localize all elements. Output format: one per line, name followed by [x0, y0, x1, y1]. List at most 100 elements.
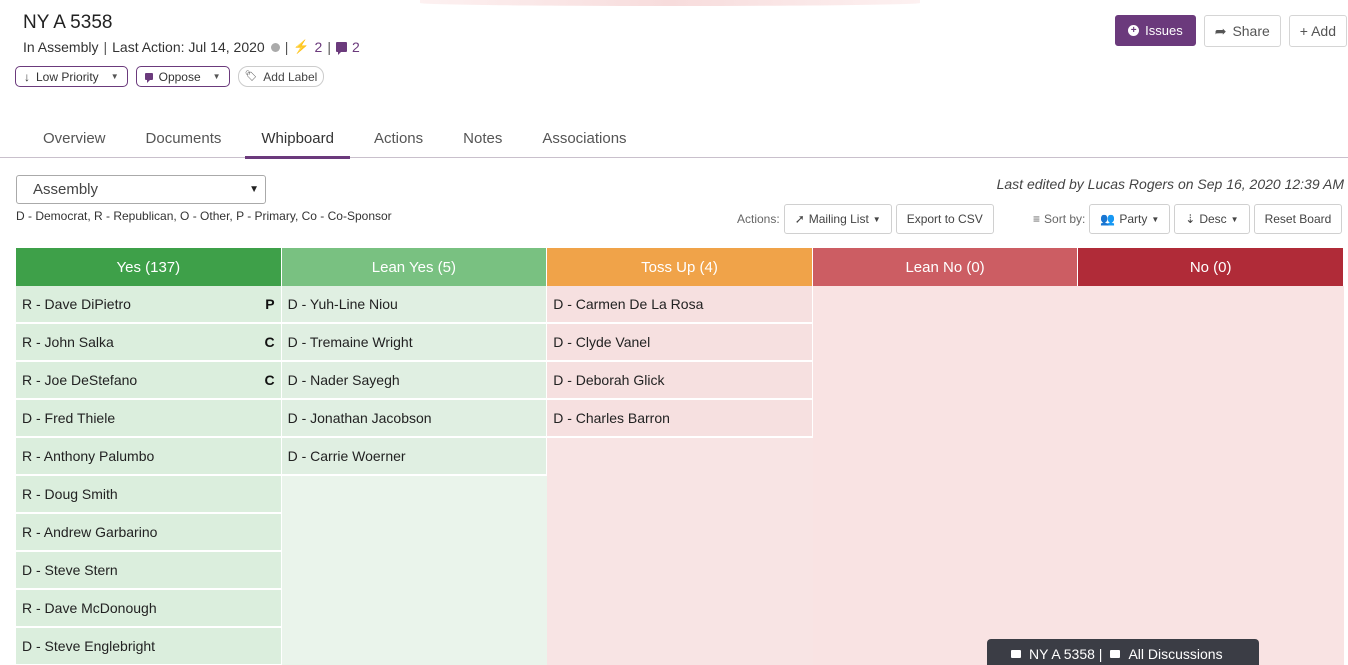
- share-icon: ➦: [1214, 22, 1227, 39]
- member-card[interactable]: R - Joe DeStefano C: [16, 362, 282, 400]
- bill-status: In Assembly: [23, 39, 99, 55]
- bill-title: NY A 5358: [23, 12, 113, 33]
- caret-down-icon: ▼: [872, 214, 881, 224]
- priority-label: Low Priority: [36, 69, 99, 84]
- column-body[interactable]: D - Yuh-Line Niou D - Tremaine Wright D - …: [281, 286, 548, 665]
- party-legend: D - Democrat, R - Republican, O - Other,…: [16, 209, 392, 223]
- tab-whipboard[interactable]: Whipboard: [245, 124, 350, 159]
- column-body[interactable]: [1078, 286, 1344, 665]
- tag-icon: 🏷: [244, 71, 258, 82]
- header-actions: + Issues ➦ Share + Add: [1115, 15, 1347, 47]
- member-name: D - Fred Thiele: [22, 410, 116, 426]
- tab-actions[interactable]: Actions: [358, 124, 439, 157]
- column-body[interactable]: R - Dave DiPietro P R - John Salka C R - Joe…: [16, 286, 282, 665]
- tab-associations[interactable]: Associations: [526, 124, 642, 157]
- arrow-down-icon: ↓: [24, 69, 30, 84]
- users-icon: 👥: [1100, 212, 1116, 226]
- member-tag: P: [265, 296, 275, 312]
- tab-bar: Overview Documents Whipboard Actions Not…: [0, 124, 1348, 159]
- reset-board-button[interactable]: Reset Board: [1253, 204, 1343, 234]
- column-toss-up: Toss Up (4) D - Carmen De La Rosa D - Cly…: [547, 248, 813, 665]
- column-yes: Yes (137) R - Dave DiPietro P R - John Sal…: [16, 248, 282, 665]
- add-button[interactable]: + Add: [1288, 15, 1347, 47]
- member-card[interactable]: D - Jonathan Jacobson: [281, 400, 548, 438]
- sort-label: Sort by:: [1044, 212, 1086, 226]
- mailing-list-button[interactable]: ➚ Mailing List ▼: [783, 204, 892, 234]
- share-label: Share: [1232, 23, 1270, 39]
- comment-count[interactable]: 2: [352, 39, 360, 55]
- caret-down-icon: ▼: [1151, 214, 1160, 224]
- member-name: D - Steve Englebright: [22, 638, 156, 654]
- info-icon[interactable]: [270, 42, 280, 52]
- export-csv-button[interactable]: Export to CSV: [895, 204, 994, 234]
- tab-documents[interactable]: Documents: [130, 124, 238, 157]
- column-header: No (0): [1078, 248, 1344, 286]
- member-card[interactable]: R - John Salka C: [16, 324, 282, 362]
- column-lean-no: Lean No (0): [812, 248, 1079, 665]
- column-header: Yes (137): [16, 248, 282, 286]
- bolt-count[interactable]: 2: [315, 39, 323, 55]
- sort-field-dropdown[interactable]: 👥 Party ▼: [1089, 204, 1171, 234]
- discussion-bar[interactable]: NY A 5358 | All Discussions: [987, 639, 1259, 665]
- column-body[interactable]: [812, 286, 1079, 665]
- comment-icon[interactable]: [335, 42, 347, 55]
- bolt-icon[interactable]: ⚡: [293, 39, 309, 55]
- issues-button[interactable]: + Issues: [1115, 15, 1196, 46]
- caret-down-icon: ▼: [212, 72, 221, 81]
- sort-field-value: Party: [1119, 212, 1148, 226]
- chat-icon: [1110, 650, 1121, 658]
- add-label-button[interactable]: 🏷 Add Label: [237, 66, 325, 87]
- member-name: D - Yuh-Line Niou: [287, 296, 398, 312]
- member-name: R - Anthony Palumbo: [22, 448, 155, 464]
- member-card[interactable]: D - Carmen De La Rosa: [547, 286, 813, 324]
- member-name: R - John Salka: [22, 334, 114, 350]
- member-card[interactable]: D - Yuh-Line Niou: [281, 286, 548, 324]
- priority-dropdown[interactable]: ↓ Low Priority ▼: [15, 66, 128, 87]
- member-card[interactable]: D - Steve Englebright: [16, 628, 282, 665]
- column-body[interactable]: D - Carmen De La Rosa D - Clyde Vanel D - …: [547, 286, 813, 665]
- member-name: D - Charles Barron: [553, 410, 670, 426]
- member-card[interactable]: D - Tremaine Wright: [281, 324, 548, 362]
- member-name: R - Doug Smith: [22, 486, 118, 502]
- position-dropdown[interactable]: Oppose ▼: [135, 66, 230, 87]
- member-card[interactable]: R - Dave McDonough: [16, 590, 282, 628]
- column-lean-yes: Lean Yes (5) D - Yuh-Line Niou D - Tremai…: [281, 248, 548, 665]
- member-name: D - Carmen De La Rosa: [553, 296, 704, 312]
- chamber-value: Assembly: [33, 181, 99, 198]
- member-card[interactable]: D - Carrie Woerner: [281, 438, 548, 476]
- share-button[interactable]: ➦ Share: [1203, 15, 1281, 47]
- member-card[interactable]: D - Nader Sayegh: [281, 362, 548, 400]
- tab-notes[interactable]: Notes: [447, 124, 518, 157]
- sort-direction-dropdown[interactable]: ⇣ Desc ▼: [1174, 204, 1250, 234]
- member-card[interactable]: R - Dave DiPietro P: [16, 286, 282, 324]
- chamber-select[interactable]: Assembly ▼: [16, 175, 266, 204]
- add-label-text: Add Label: [263, 69, 318, 84]
- member-card[interactable]: D - Deborah Glick: [547, 362, 813, 400]
- member-name: D - Carrie Woerner: [287, 448, 406, 464]
- mailing-list-label: Mailing List: [808, 212, 869, 226]
- export-csv-label: Export to CSV: [906, 212, 983, 226]
- member-name: D - Jonathan Jacobson: [287, 410, 432, 426]
- all-discussions[interactable]: All Discussions: [1128, 646, 1222, 662]
- member-card[interactable]: R - Doug Smith: [16, 476, 282, 514]
- member-card[interactable]: R - Anthony Palumbo: [16, 438, 282, 476]
- member-name: D - Tremaine Wright: [287, 334, 413, 350]
- member-card[interactable]: D - Fred Thiele: [16, 400, 282, 438]
- member-name: R - Andrew Garbarino: [22, 524, 158, 540]
- thumbs-down-icon: [144, 73, 153, 83]
- actions-label: Actions:: [737, 212, 780, 226]
- member-card[interactable]: D - Charles Barron: [547, 400, 813, 438]
- discussion-bill[interactable]: NY A 5358 |: [1029, 646, 1102, 662]
- member-card[interactable]: R - Andrew Garbarino: [16, 514, 282, 552]
- sort-desc-icon: ⇣: [1185, 212, 1196, 226]
- sort-lines-icon: ≡: [1033, 212, 1041, 226]
- whipboard: Yes (137) R - Dave DiPietro P R - John Sal…: [16, 248, 1344, 665]
- member-tag: C: [264, 372, 275, 388]
- chevron-down-icon: ▼: [249, 184, 259, 195]
- column-no: No (0): [1078, 248, 1344, 665]
- member-card[interactable]: D - Steve Stern: [16, 552, 282, 590]
- last-edited-note: Last edited by Lucas Rogers on Sep 16, 2…: [996, 176, 1344, 192]
- tab-overview[interactable]: Overview: [27, 124, 122, 157]
- member-card[interactable]: D - Clyde Vanel: [547, 324, 813, 362]
- member-name: D - Nader Sayegh: [287, 372, 400, 388]
